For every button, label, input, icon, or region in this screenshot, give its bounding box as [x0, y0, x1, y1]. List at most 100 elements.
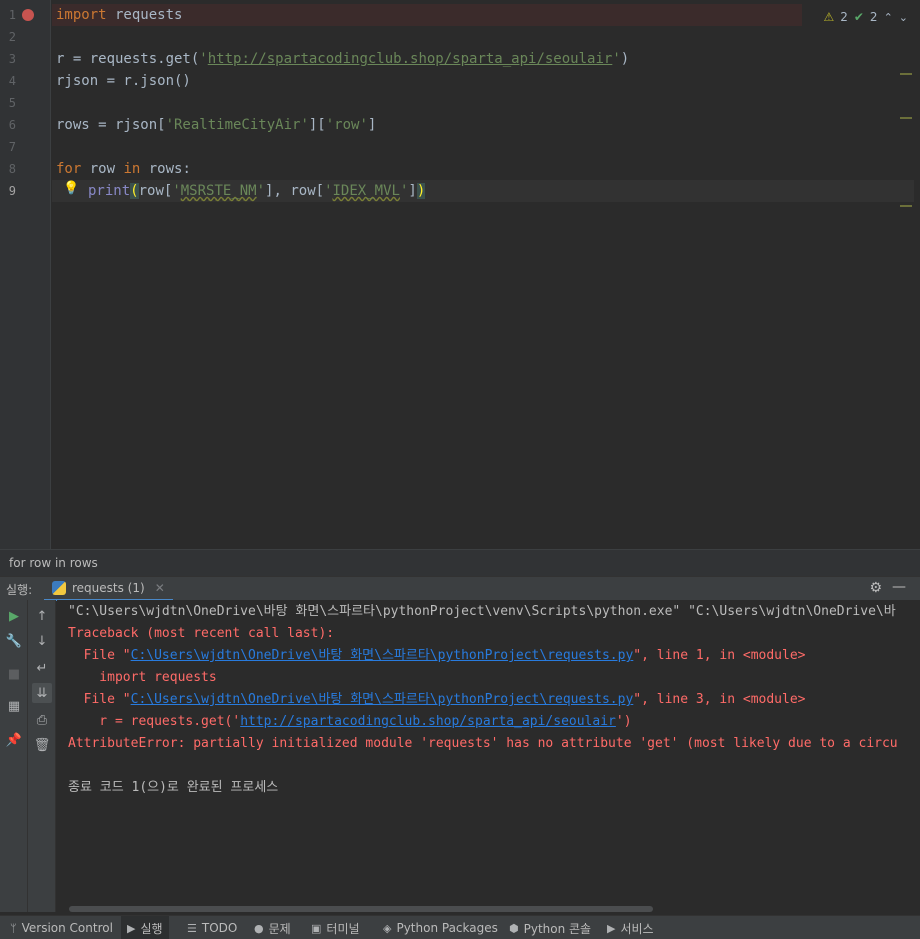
- code-text: requests: [106, 7, 183, 23]
- close-icon[interactable]: ✕: [155, 581, 165, 595]
- toolstrip-run[interactable]: ▶ 실행: [121, 916, 169, 939]
- keyword: import: [56, 7, 107, 23]
- traceback-code: r = requests.get('http://spartacodingclu…: [68, 711, 631, 733]
- traceback-code: import requests: [68, 670, 217, 685]
- traceback-frame: File "C:\Users\wjdtn\OneDrive\바탕 화면\스파르타…: [68, 645, 806, 667]
- arrow-down-icon[interactable]: ↓: [32, 631, 52, 651]
- gear-icon[interactable]: ⚙: [869, 580, 882, 596]
- rerun-icon[interactable]: ▶: [4, 606, 24, 626]
- line-number: 6: [8, 118, 16, 132]
- line-number: 3: [8, 52, 16, 66]
- inspection-widget[interactable]: ⚠ 2 ✔ 2 ⌃ ⌄: [819, 8, 912, 26]
- builtin-function: print: [88, 183, 131, 199]
- typo-check-icon: ✔: [853, 10, 864, 24]
- code-line-8: for row in rows:: [56, 158, 191, 180]
- matched-brace: ): [416, 183, 426, 199]
- code-line-3: r = requests.get('http://spartacodingclu…: [56, 48, 629, 70]
- file-link[interactable]: C:\Users\wjdtn\OneDrive\바탕 화면\스파르타\pytho…: [131, 692, 634, 707]
- trash-icon[interactable]: 🗑: [32, 735, 52, 755]
- warning-icon: ⚠: [823, 10, 835, 24]
- toolstrip-version-control[interactable]: ᛘ Version Control: [4, 916, 119, 939]
- python-icon: [52, 581, 66, 595]
- chevron-up-icon[interactable]: ⌃: [884, 11, 893, 24]
- terminal-icon: ▣: [311, 921, 322, 935]
- traceback-header: Traceback (most recent call last):: [68, 626, 335, 641]
- line-number: 2: [8, 30, 16, 44]
- console-toolbar: ↑ ↓ ↵ ⇊ ⎙ 🗑: [28, 600, 56, 912]
- console-command-line: "C:\Users\wjdtn\OneDrive\바탕 화면\스파르타\pyth…: [68, 604, 896, 619]
- string-quote: ': [612, 51, 621, 67]
- code-editor[interactable]: 1 2 3 4 5 6 7 8 9 import requests r = re…: [0, 0, 920, 549]
- string-literal: IDEX_MVL: [332, 183, 400, 199]
- toolstrip-label: Version Control: [21, 921, 113, 935]
- toolstrip-terminal[interactable]: ▣ 터미널: [305, 916, 366, 939]
- keyword: in: [123, 161, 141, 177]
- toolstrip-label: 서비스: [620, 921, 654, 936]
- code-text: row[: [138, 183, 173, 199]
- soft-wrap-icon[interactable]: ↵: [32, 658, 52, 678]
- console-output[interactable]: "C:\Users\wjdtn\OneDrive\바탕 화면\스파르타\pyth…: [57, 600, 920, 912]
- code-text: ]: [367, 117, 377, 133]
- chevron-down-icon[interactable]: ⌄: [899, 11, 908, 24]
- scroll-marker[interactable]: [900, 73, 912, 75]
- lightbulb-icon[interactable]: 💡: [63, 180, 79, 198]
- breakpoint-icon[interactable]: [22, 9, 34, 21]
- console-text: File ": [68, 648, 131, 663]
- toolstrip-python-packages[interactable]: ◈ Python Packages: [377, 916, 504, 939]
- toolstrip-label: TODO: [201, 921, 238, 935]
- editor-gutter[interactable]: 1 2 3 4 5 6 7 8 9: [0, 0, 51, 549]
- toolstrip-python-console[interactable]: ⬢ Python 콘솔: [503, 916, 597, 939]
- packages-icon: ◈: [383, 921, 392, 935]
- error-message: AttributeError: partially initialized mo…: [68, 736, 898, 751]
- exit-message: 종료 코드 1(으)로 완료된 프로세스: [68, 780, 279, 795]
- toolstrip-problems[interactable]: ● 문제: [248, 916, 297, 939]
- string-quote: ': [256, 183, 266, 199]
- arrow-up-icon[interactable]: ↑: [32, 606, 52, 626]
- toolstrip-label: 터미널: [326, 921, 360, 936]
- tab-run-config[interactable]: requests (1) ✕: [44, 577, 173, 601]
- toolstrip-label: 실행: [140, 921, 163, 936]
- run-label: 실행:: [6, 583, 33, 597]
- toolstrip-label: Python 콘솔: [523, 921, 592, 936]
- code-text: row: [81, 161, 124, 177]
- console-text: ", line 1, in <module>: [633, 648, 806, 663]
- pin-icon[interactable]: 📌: [4, 730, 24, 750]
- url-link[interactable]: http://spartacodingclub.shop/sparta_api/…: [240, 714, 616, 729]
- play-icon: ▶: [127, 921, 136, 935]
- url-string[interactable]: http://spartacodingclub.shop/sparta_api/…: [208, 51, 613, 67]
- scroll-to-end-icon[interactable]: ⇊: [32, 683, 52, 703]
- scroll-marker[interactable]: [900, 205, 912, 207]
- string-literal: 'row': [325, 117, 368, 133]
- matched-brace: (: [130, 183, 139, 199]
- line-number: 9: [8, 184, 16, 198]
- toolstrip-todo[interactable]: ☰ TODO: [181, 916, 243, 939]
- print-icon[interactable]: ⎙: [32, 710, 52, 730]
- string-literal: 'RealtimeCityAir': [165, 117, 309, 133]
- code-text: ): [620, 51, 630, 67]
- line-number: 7: [8, 140, 16, 154]
- file-link[interactable]: C:\Users\wjdtn\OneDrive\바탕 화면\스파르타\pytho…: [131, 648, 634, 663]
- stop-icon[interactable]: ■: [4, 664, 24, 684]
- string-literal: MSRSTE_NM: [180, 183, 257, 199]
- string-quote: ': [172, 183, 181, 199]
- scroll-marker[interactable]: [900, 117, 912, 119]
- string-quote: ': [324, 183, 333, 199]
- toolstrip-label: 문제: [268, 921, 291, 936]
- tool-window-strip: ᛘ Version Control ▶ 실행 ☰ TODO ● 문제 ▣ 터미널 ◈ Pyt…: [0, 915, 920, 939]
- tab-label: requests (1): [72, 581, 145, 595]
- toolstrip-label: Python Packages: [396, 921, 498, 935]
- traceback-frame: File "C:\Users\wjdtn\OneDrive\바탕 화면\스파르타…: [68, 689, 806, 711]
- breadcrumb[interactable]: for row in rows: [0, 549, 920, 576]
- code-text: rows:: [140, 161, 191, 177]
- line-number: 4: [8, 74, 16, 88]
- code-line-9: print(row['MSRSTE_NM'], row['IDEX_MVL']): [88, 180, 426, 202]
- minimize-icon[interactable]: —: [892, 579, 906, 595]
- horizontal-scrollbar[interactable]: [69, 906, 653, 912]
- toolstrip-services[interactable]: ▶ 서비스: [601, 916, 660, 939]
- code-line-6: rows = rjson['RealtimeCityAir']['row']: [56, 114, 376, 136]
- typo-count: 2: [869, 10, 878, 24]
- code-text: rows = rjson[: [56, 117, 166, 133]
- wrench-icon[interactable]: 🔧: [4, 631, 24, 651]
- warning-count: 2: [840, 10, 848, 24]
- layout-icon[interactable]: ▦: [4, 696, 24, 716]
